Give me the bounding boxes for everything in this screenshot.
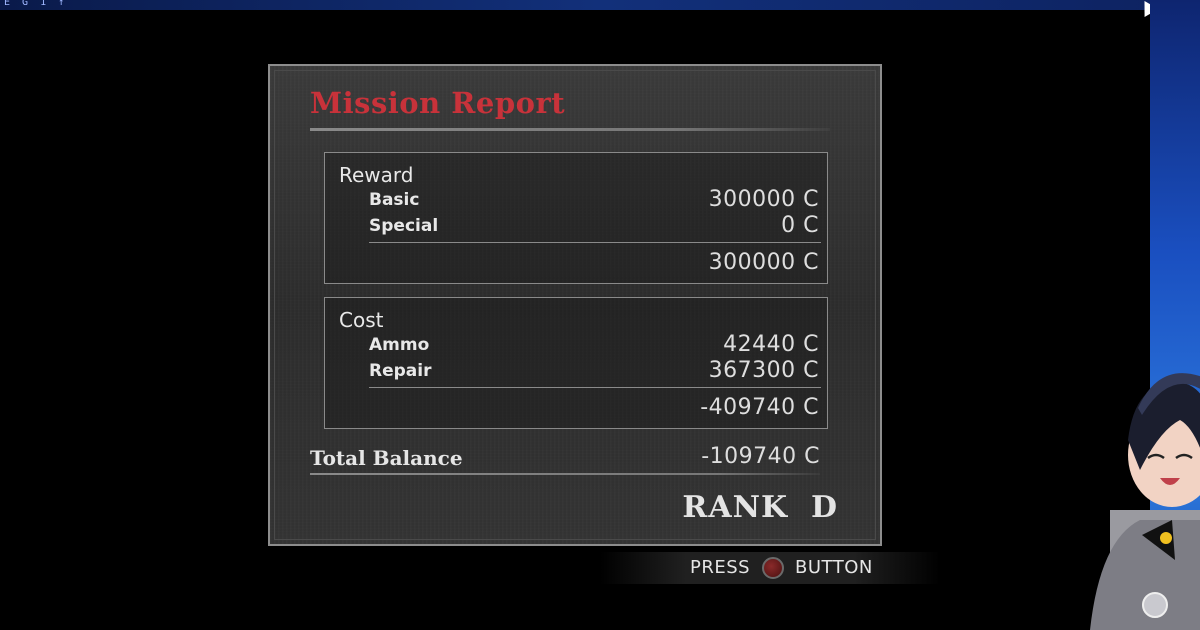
top-bar-glyphs: E G 1 ↑ [4, 0, 68, 8]
cost-divider [369, 387, 821, 388]
avatar [1090, 373, 1200, 630]
mission-report-window: Mission Report Reward Basic 300000 C Spe… [268, 64, 882, 546]
basic-label: Basic [369, 190, 420, 210]
repair-label: Repair [369, 361, 432, 381]
total-balance-label: Total Balance [310, 446, 463, 470]
stream-top-bar: E G 1 ↑ [0, 0, 1200, 10]
rank-display: RANK D [682, 490, 838, 525]
repair-value: 367300 C [708, 358, 819, 383]
press-text: PRESS [690, 557, 751, 578]
button-text: BUTTON [795, 557, 873, 578]
circle-button-icon[interactable] [762, 557, 784, 579]
reward-divider [369, 242, 821, 243]
cost-section: Cost Ammo 42440 C Repair 367300 C -40974… [324, 297, 828, 429]
reward-section: Reward Basic 300000 C Special 0 C 300000… [324, 152, 828, 284]
basic-value: 300000 C [708, 187, 819, 212]
title-divider [310, 128, 830, 131]
cost-subtotal: -409740 C [700, 395, 819, 420]
special-label: Special [369, 216, 439, 236]
cost-label: Cost [339, 308, 384, 332]
ammo-value: 42440 C [723, 332, 819, 357]
total-divider [310, 473, 820, 475]
page-title: Mission Report [310, 86, 566, 120]
ammo-label: Ammo [369, 335, 430, 355]
special-value: 0 C [781, 213, 819, 238]
total-balance-value: -109740 C [701, 444, 820, 469]
reward-label: Reward [339, 163, 414, 187]
reward-subtotal: 300000 C [708, 250, 819, 275]
